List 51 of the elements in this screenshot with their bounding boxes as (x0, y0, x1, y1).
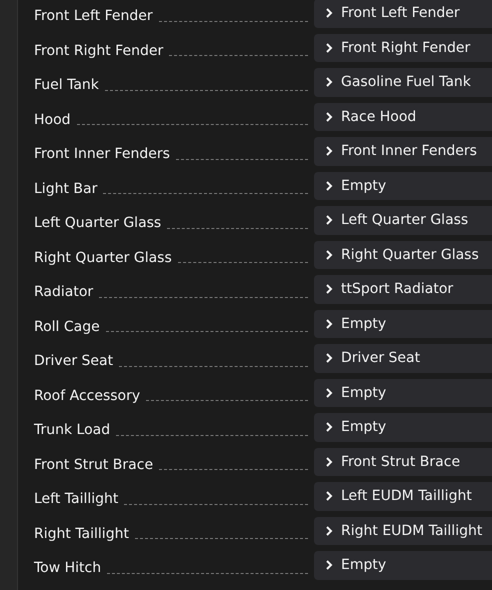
chevron-icon (326, 250, 333, 260)
slot-label: Tow Hitch (34, 559, 102, 576)
slot-label: Right Quarter Glass (34, 248, 172, 266)
slot-label: Right Taillight (34, 524, 129, 542)
part-selector[interactable]: Driver Seat (314, 344, 492, 372)
part-selector[interactable]: ttSport Radiator (314, 275, 492, 304)
part-selector[interactable]: Front Left Fender (314, 0, 492, 28)
slot-label: Front Right Fender (34, 42, 164, 59)
slot-label: Front Strut Brace (34, 456, 154, 473)
chevron-icon (326, 8, 333, 18)
chevron-icon (326, 353, 333, 364)
slot-label: Front Left Fender (34, 7, 153, 24)
chevron-icon (326, 77, 333, 88)
slot-label: Light Bar (34, 180, 98, 197)
chevron-icon (326, 526, 333, 536)
part-selector[interactable]: Front Strut Brace (314, 448, 492, 476)
chevron-icon (326, 42, 333, 53)
part-selector[interactable]: Front Right Fender (314, 34, 492, 62)
part-selector[interactable]: Left EUDM Taillight (314, 482, 492, 510)
chevron-icon (326, 491, 333, 502)
chevron-icon (326, 215, 333, 226)
part-selector[interactable]: Race Hood (314, 102, 492, 131)
chevron-icon (326, 456, 333, 467)
slot-label: Fuel Tank (34, 76, 99, 94)
part-selector[interactable]: Empty (314, 310, 492, 338)
chevron-icon (326, 284, 333, 294)
chevron-icon (326, 560, 333, 570)
part-selector[interactable]: Right EUDM Taillight (314, 516, 492, 545)
chevron-icon (326, 180, 333, 191)
part-selector[interactable]: Gasoline Fuel Tank (314, 68, 492, 96)
slot-label: Radiator (34, 283, 94, 300)
part-selector[interactable]: Empty (314, 378, 492, 407)
chevron-icon (326, 318, 333, 329)
slot-label: Roof Accessory (34, 386, 140, 404)
part-selector[interactable]: Right Quarter Glass (314, 240, 492, 269)
slot-label: Front Inner Fenders (34, 145, 170, 162)
slot-label: Driver Seat (34, 352, 114, 370)
part-selector[interactable]: Left Quarter Glass (314, 206, 492, 234)
chevron-icon (326, 388, 333, 398)
slot-label: Trunk Load (34, 421, 110, 438)
part-selector[interactable]: Front Inner Fenders (314, 137, 492, 166)
slot-label: Roll Cage (34, 318, 100, 335)
part-selector[interactable]: Empty (314, 172, 492, 200)
chevron-icon (326, 146, 333, 156)
part-selector[interactable]: Empty (314, 413, 492, 442)
chevron-icon (326, 422, 333, 432)
slot-label: Left Quarter Glass (34, 214, 162, 232)
slot-label: Hood (34, 110, 71, 128)
part-selector[interactable]: Empty (314, 551, 492, 580)
chevron-icon (326, 112, 333, 122)
slot-label: Left Taillight (34, 490, 118, 508)
